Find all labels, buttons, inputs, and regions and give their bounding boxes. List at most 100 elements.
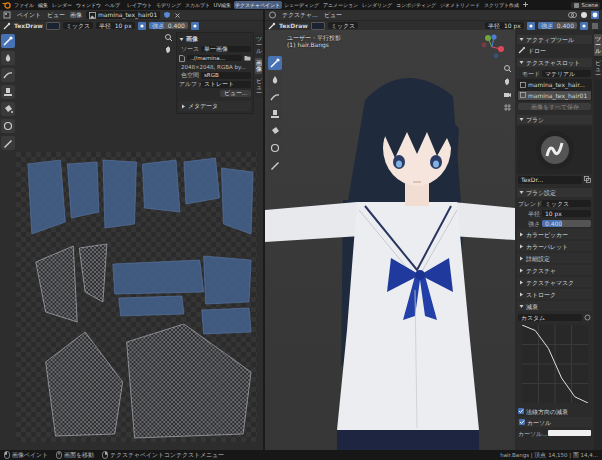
shading-solid-icon[interactable] bbox=[580, 11, 588, 19]
workspace-tab[interactable]: スクリプト作成 bbox=[483, 1, 521, 9]
alpha-dropdown[interactable]: ストレート bbox=[201, 81, 251, 88]
blend-dropdown[interactable]: ミックス bbox=[542, 200, 591, 207]
blender-logo-icon[interactable] bbox=[2, 1, 11, 9]
header-menu[interactable]: ビュー bbox=[323, 11, 343, 18]
section-header[interactable]: ブラシ設定 bbox=[517, 188, 592, 197]
soften-tool-icon[interactable] bbox=[1, 51, 15, 65]
source-dropdown[interactable]: 単一画像 bbox=[201, 46, 251, 53]
add-workspace-icon[interactable] bbox=[522, 1, 529, 8]
header-menu[interactable]: 画像 bbox=[69, 11, 83, 18]
properties-tab[interactable]: ビュー bbox=[594, 58, 602, 80]
view-button[interactable]: ビュー... bbox=[220, 90, 251, 97]
menu-item[interactable]: 編集 bbox=[36, 2, 49, 8]
pressure-icon[interactable] bbox=[191, 22, 199, 30]
clone-tool-icon[interactable] bbox=[1, 85, 15, 99]
folder-icon[interactable] bbox=[244, 55, 251, 61]
radius-field[interactable]: 10 px bbox=[542, 210, 591, 217]
workspace-tab[interactable]: レンダリング bbox=[361, 1, 394, 9]
zoom-icon[interactable] bbox=[503, 64, 512, 73]
section-header[interactable]: ブラシ bbox=[517, 115, 592, 124]
cursor-color-swatch[interactable] bbox=[548, 430, 591, 436]
metadata-header[interactable]: メタデータ bbox=[179, 101, 251, 111]
scene-selector[interactable]: Scene bbox=[571, 2, 600, 9]
subsection-header[interactable]: 減衰 bbox=[517, 301, 592, 311]
pressure-icon[interactable] bbox=[527, 22, 535, 30]
properties-tab[interactable]: ツール bbox=[594, 34, 602, 56]
mask-tool-icon[interactable] bbox=[268, 141, 282, 155]
draw-tool-icon[interactable] bbox=[268, 56, 282, 70]
normal-falloff-checkbox[interactable] bbox=[518, 408, 524, 414]
image-selector[interactable]: mamina_tex_hair01 bbox=[86, 11, 160, 18]
soften-tool-icon[interactable] bbox=[268, 73, 282, 87]
active-tool-name[interactable]: ドロー bbox=[528, 47, 546, 54]
blend-dropdown[interactable]: ミックス bbox=[328, 22, 358, 29]
strength-field[interactable]: 強さ0.400 bbox=[149, 22, 188, 29]
zoom-icon[interactable] bbox=[164, 33, 173, 42]
uv-canvas[interactable] bbox=[16, 152, 257, 442]
sidebar-tab[interactable]: ビュー bbox=[255, 76, 263, 98]
annotate-tool-icon[interactable] bbox=[268, 158, 282, 172]
subsection-header[interactable]: ストローク bbox=[517, 289, 592, 299]
subsection-header[interactable]: 詳細設定 bbox=[517, 253, 592, 263]
mode-dropdown[interactable]: マテリアル bbox=[542, 70, 591, 77]
hand-icon[interactable] bbox=[503, 77, 512, 86]
shield-icon[interactable] bbox=[163, 11, 171, 19]
curve-tools-icon[interactable] bbox=[584, 314, 591, 321]
falloff-curve[interactable] bbox=[517, 323, 592, 405]
annotate-tool-icon[interactable] bbox=[1, 136, 15, 150]
workspace-tab[interactable]: ジオメトリノード bbox=[439, 1, 482, 9]
workspace-tab[interactable]: モデリング bbox=[154, 1, 182, 9]
mode-dropdown[interactable]: テクスチャ... bbox=[280, 11, 320, 18]
smear-tool-icon[interactable] bbox=[1, 68, 15, 82]
hand-icon[interactable] bbox=[164, 45, 173, 54]
image-panel-header[interactable]: 画像 bbox=[179, 35, 251, 44]
radius-field[interactable]: 半径10 px bbox=[96, 22, 135, 29]
sidebar-tab[interactable]: 画像 bbox=[255, 58, 263, 74]
radius-field[interactable]: 半径10 px bbox=[485, 22, 524, 29]
pressure-icon[interactable] bbox=[138, 22, 146, 30]
workspace-tab[interactable]: UV編集 bbox=[212, 1, 233, 9]
subsection-header[interactable]: カラーピッカー bbox=[517, 229, 592, 239]
brush-color-swatch[interactable] bbox=[46, 22, 60, 30]
draw-tool-icon[interactable] bbox=[1, 34, 15, 48]
strength-field[interactable]: 0.400 bbox=[542, 220, 591, 227]
texture-slot[interactable]: mamina_tex_hair... bbox=[518, 80, 591, 89]
brush-name[interactable]: TexDraw bbox=[279, 22, 308, 29]
brush-color-swatch[interactable] bbox=[311, 22, 325, 30]
3d-viewport[interactable]: ユーザー・平行投影(1) hair.Bangs bbox=[265, 30, 515, 450]
section-header[interactable]: アクティブツール bbox=[517, 35, 592, 44]
workspace-tab[interactable]: コンポジティング bbox=[395, 1, 438, 9]
menu-item[interactable]: ヘルプ bbox=[103, 2, 121, 8]
editor-type-icon[interactable] bbox=[268, 11, 277, 19]
workspace-tab[interactable]: スカルプト bbox=[183, 1, 211, 9]
close-icon[interactable] bbox=[174, 12, 181, 19]
menu-item[interactable]: レンダー bbox=[50, 2, 73, 8]
cursor-checkbox[interactable] bbox=[519, 419, 525, 425]
overlay-icon[interactable] bbox=[568, 11, 577, 19]
pressure-icon[interactable] bbox=[580, 22, 588, 30]
brush-name-field[interactable]: TexDr... bbox=[518, 176, 582, 183]
workspace-tab[interactable]: シェーディング bbox=[283, 1, 321, 9]
subsection-header[interactable]: テクスチャマスク bbox=[517, 277, 592, 287]
brush-name[interactable]: TexDraw bbox=[14, 22, 43, 29]
workspace-tab[interactable]: アニメーション bbox=[322, 1, 360, 9]
brush-preview[interactable] bbox=[517, 126, 592, 174]
falloff-preset-dropdown[interactable]: カスタム bbox=[518, 314, 582, 321]
strength-field[interactable]: 強さ0.400 bbox=[538, 22, 577, 29]
subsection-header[interactable]: カラーパレット bbox=[517, 241, 592, 251]
navigation-gizmo-icon[interactable] bbox=[479, 34, 505, 60]
section-header[interactable]: テクスチャスロット bbox=[517, 58, 592, 67]
texture-slot[interactable]: mamina_tex_hair01 bbox=[518, 91, 591, 100]
header-menu[interactable]: ビュー bbox=[46, 11, 66, 18]
clone-tool-icon[interactable] bbox=[268, 107, 282, 121]
brush-icon[interactable] bbox=[268, 22, 276, 30]
sidebar-tab[interactable]: ツール bbox=[255, 34, 263, 56]
duplicate-icon[interactable] bbox=[584, 176, 591, 183]
fill-tool-icon[interactable] bbox=[1, 102, 15, 116]
mask-tool-icon[interactable] bbox=[1, 119, 15, 133]
workspace-tab[interactable]: テクスチャペイント bbox=[234, 1, 282, 9]
brush-icon[interactable] bbox=[3, 22, 11, 30]
options-icon[interactable] bbox=[591, 22, 599, 30]
workspace-tab[interactable]: レイアウト bbox=[125, 1, 153, 9]
editor-type-icon[interactable] bbox=[3, 11, 12, 19]
